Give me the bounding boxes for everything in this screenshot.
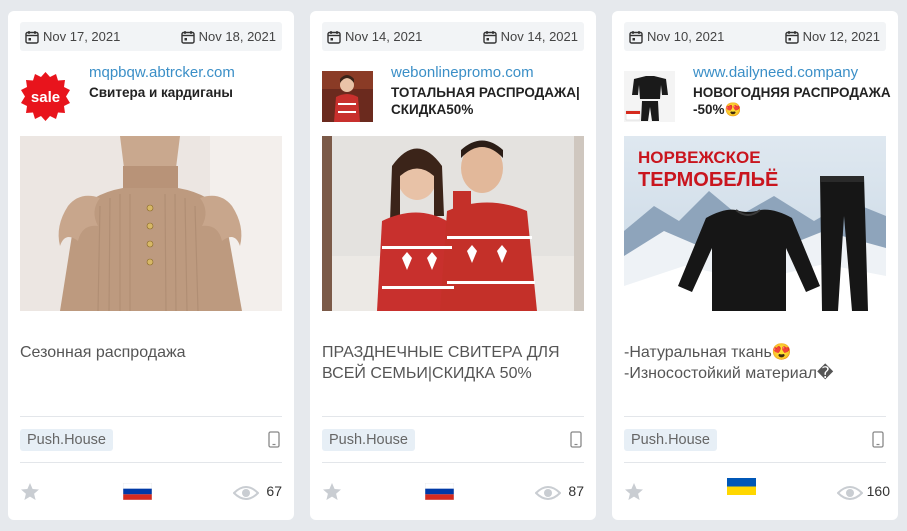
divider bbox=[20, 416, 282, 417]
eye-icon bbox=[233, 486, 259, 500]
view-count: 160 bbox=[866, 483, 890, 499]
source-network-tag[interactable]: Push.House bbox=[322, 429, 415, 451]
source-network-tag[interactable]: Push.House bbox=[20, 429, 113, 451]
ad-title: НОВОГОДНЯЯ РАСПРОДАЖА -50%😍 bbox=[693, 85, 891, 117]
country-flag-russia bbox=[123, 483, 152, 500]
ad-card[interactable]: Nov 17, 2021 Nov 18, 2021 sale mqpbqw.ab… bbox=[8, 11, 294, 520]
date-range: Nov 10, 2021 Nov 12, 2021 bbox=[624, 22, 886, 51]
mobile-device-icon bbox=[570, 431, 582, 448]
divider bbox=[20, 462, 282, 463]
ad-url-link[interactable]: mqpbqw.abtrcker.com bbox=[89, 64, 294, 81]
svg-text:ТЕРМОБЕЛЬЁ: ТЕРМОБЕЛЬЁ bbox=[638, 168, 778, 191]
ad-icon-thumbnail bbox=[322, 71, 373, 122]
svg-text:sale: sale bbox=[31, 89, 60, 106]
ad-banner-image bbox=[322, 136, 584, 311]
country-flag-ukraine bbox=[727, 478, 756, 495]
calendar-icon bbox=[629, 30, 643, 44]
date-last-seen: Nov 12, 2021 bbox=[784, 29, 880, 44]
date-last-seen: Nov 18, 2021 bbox=[180, 29, 276, 44]
view-count: 67 bbox=[266, 483, 282, 499]
ad-description: ПРАЗДНЕЧНЫЕ СВИТЕРА ДЛЯ ВСЕЙ СЕМЬИ|СКИДК… bbox=[322, 344, 560, 382]
eye-icon bbox=[535, 486, 561, 500]
calendar-icon bbox=[180, 30, 195, 44]
divider bbox=[624, 462, 886, 463]
date-last-seen: Nov 14, 2021 bbox=[482, 29, 578, 44]
ad-card[interactable]: Nov 14, 2021 Nov 14, 2021 webonlinepromo… bbox=[310, 11, 596, 520]
country-flag-russia bbox=[425, 483, 454, 500]
date-first-seen: Nov 14, 2021 bbox=[327, 29, 422, 44]
ad-title: Свитера и кардиганы bbox=[89, 85, 233, 100]
date-range: Nov 17, 2021 Nov 18, 2021 bbox=[20, 22, 282, 51]
star-icon[interactable] bbox=[322, 482, 342, 502]
ad-icon-thumbnail bbox=[624, 71, 675, 122]
calendar-icon bbox=[25, 30, 39, 44]
ad-description: -Натуральная ткань😍 -Износостойкий матер… bbox=[624, 344, 834, 382]
ad-card[interactable]: Nov 10, 2021 Nov 12, 2021 www.dailyneed.… bbox=[612, 11, 898, 520]
calendar-icon bbox=[784, 30, 799, 44]
calendar-icon bbox=[482, 30, 497, 44]
eye-icon bbox=[837, 486, 863, 500]
divider bbox=[322, 462, 584, 463]
star-icon[interactable] bbox=[624, 482, 644, 502]
date-range: Nov 14, 2021 Nov 14, 2021 bbox=[322, 22, 584, 51]
divider bbox=[322, 416, 584, 417]
ad-banner-image: НОРВЕЖСКОЕ ТЕРМОБЕЛЬЁ bbox=[624, 136, 886, 311]
mobile-device-icon bbox=[872, 431, 884, 448]
view-count: 87 bbox=[568, 483, 584, 499]
svg-text:НОРВЕЖСКОЕ: НОРВЕЖСКОЕ bbox=[638, 148, 761, 167]
ad-description: Сезонная распродажа bbox=[20, 344, 186, 361]
date-first-seen: Nov 17, 2021 bbox=[25, 29, 120, 44]
date-first-seen: Nov 10, 2021 bbox=[629, 29, 724, 44]
divider bbox=[624, 416, 886, 417]
mobile-device-icon bbox=[268, 431, 280, 448]
source-network-tag[interactable]: Push.House bbox=[624, 429, 717, 451]
ad-banner-image bbox=[20, 136, 282, 311]
ad-title: ТОТАЛЬНАЯ РАСПРОДАЖА| СКИДКА50% bbox=[391, 85, 580, 117]
calendar-icon bbox=[327, 30, 341, 44]
ad-url-link[interactable]: webonlinepromo.com bbox=[391, 64, 596, 81]
ad-icon-sale-badge: sale bbox=[20, 71, 71, 122]
star-icon[interactable] bbox=[20, 482, 40, 502]
ad-url-link[interactable]: www.dailyneed.company bbox=[693, 64, 898, 81]
